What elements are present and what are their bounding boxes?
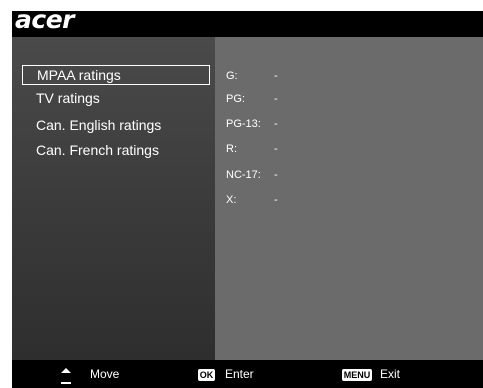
menu-item-mpaa-ratings[interactable]: MPAA ratings [22,65,210,85]
ratings-panel [215,37,483,360]
menu-item-can-english-ratings[interactable]: Can. English ratings [22,115,210,135]
rating-label: X: [226,194,237,206]
menu-key-icon: MENU [342,369,372,381]
up-down-arrow-icon [61,368,71,384]
acer-logo: acer [15,11,74,34]
ok-key-icon: OK [198,369,215,381]
menu-item-can-french-ratings[interactable]: Can. French ratings [22,140,210,160]
menu-panel [12,37,215,360]
rating-value: - [274,70,278,82]
rating-label: PG: [226,93,245,105]
rating-value: - [274,194,278,206]
exit-hint-label: Exit [380,367,401,381]
osd-screen: acer MPAA ratings TV ratings Can. Englis… [12,11,483,388]
brand-bar: acer [12,11,483,37]
rating-label: R: [226,143,237,155]
enter-hint-label: Enter [225,367,254,381]
rating-value: - [274,169,278,181]
rating-value: - [274,118,278,130]
footer-hint-bar: Move OK Enter MENU Exit [12,360,483,388]
rating-label: G: [226,70,238,82]
rating-label: NC-17: [226,169,261,181]
menu-item-tv-ratings[interactable]: TV ratings [22,88,210,108]
rating-value: - [274,143,278,155]
move-hint-label: Move [90,367,120,381]
rating-value: - [274,93,278,105]
rating-label: PG-13: [226,118,261,130]
